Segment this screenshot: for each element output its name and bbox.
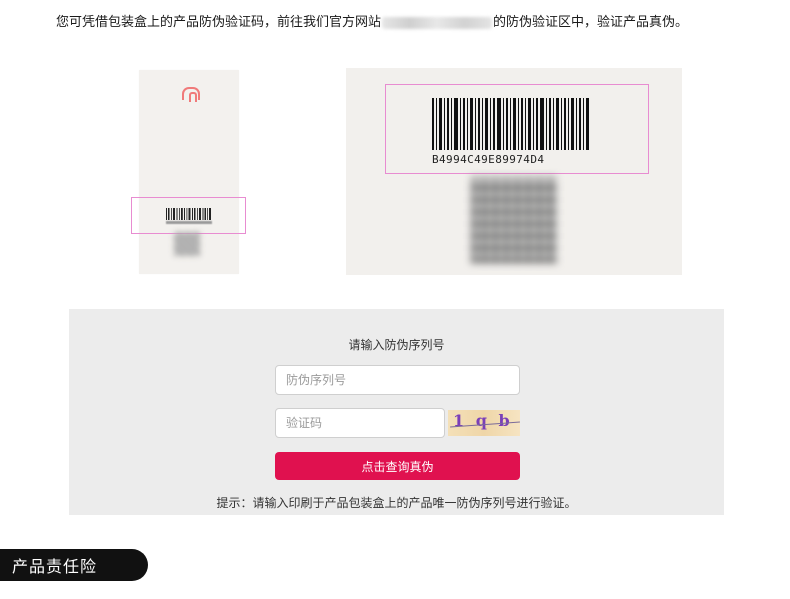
intro-text: 您可凭借包装盒上的产品防伪验证码，前往我们官方网站 的防伪验证区中，验证产品真伪。 — [56, 14, 776, 32]
large-qr-code-blurred — [471, 177, 557, 263]
section-title: 产品责任险 — [12, 557, 98, 576]
intro-prefix: 您可凭借包装盒上的产品防伪验证码，前往我们官方网站 — [56, 15, 382, 30]
captcha-text: 1 q b s — [453, 411, 520, 430]
section-header: 产品责任险 — [0, 549, 148, 581]
form-title: 请输入防伪序列号 — [348, 338, 445, 352]
verify-button[interactable]: 点击查询真伪 — [275, 452, 520, 480]
intro-suffix: 的防伪验证区中，验证产品真伪。 — [493, 15, 689, 30]
captcha-input[interactable] — [275, 408, 445, 438]
serial-number-input[interactable] — [275, 365, 520, 395]
hint-text: 提示：请输入印刷于产品包装盒上的产品唯一防伪序列号进行验证。 — [216, 496, 577, 510]
brand-logo-icon — [182, 87, 200, 102]
large-barcode-number: B4994C49E89974D4 — [432, 153, 545, 166]
captcha-image[interactable]: 1 q b s — [448, 410, 520, 436]
small-barcode-image — [166, 208, 211, 220]
large-barcode-image — [432, 98, 589, 150]
verification-panel: 请输入防伪序列号 1 q b s 点击查询真伪 提示：请输入印刷于产品包装盒上的… — [69, 309, 724, 515]
small-barcode-number — [166, 221, 212, 224]
blurred-website-url — [382, 16, 493, 29]
small-qr-code-blurred — [174, 232, 200, 256]
